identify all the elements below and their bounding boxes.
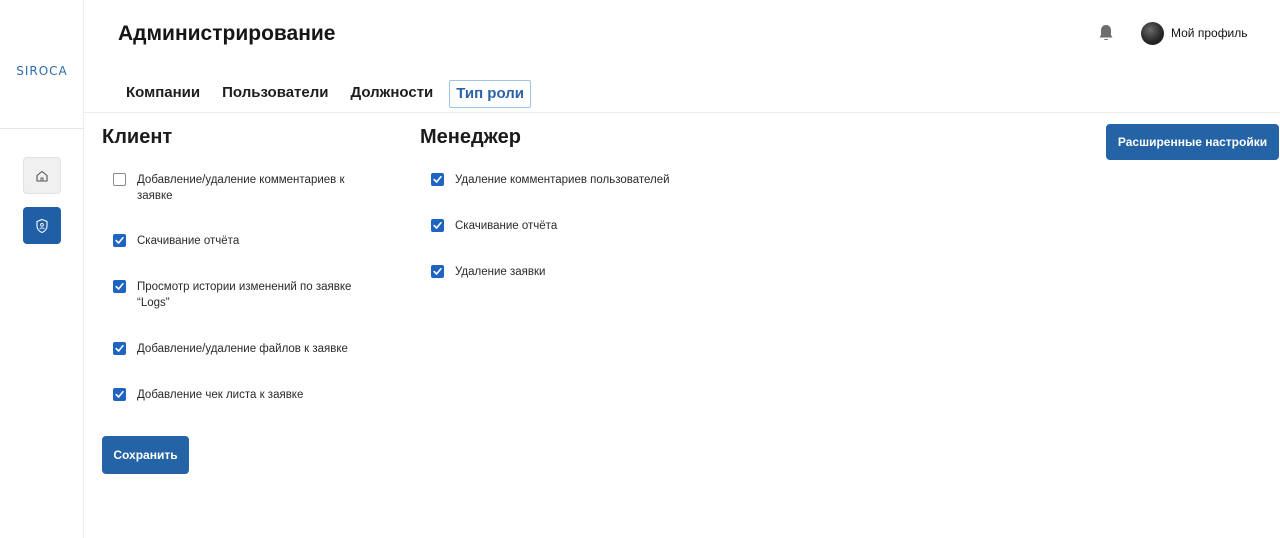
client-permission-label: Скачивание отчёта [137,235,240,247]
manager-permission-item: Скачивание отчёта [431,218,731,234]
sidebar-divider [0,128,84,129]
tab-role-type[interactable]: Тип роли [449,80,532,108]
client-permission-label: Просмотр истории изменений по заявке “Lo… [137,281,352,309]
tab-positions[interactable]: Должности [345,80,440,108]
manager-permission-item: Удаление заявки [431,264,731,280]
tabs-bar: Компании Пользователи Должности Тип роли [120,80,541,112]
profile-link[interactable]: Мой профиль [1171,26,1248,40]
client-permission-label: Добавление/удаление комментариев к заявк… [137,174,345,202]
client-permission-checkbox[interactable] [113,234,126,247]
manager-section-title: Менеджер [420,126,521,148]
tabs-divider [84,112,1280,113]
manager-permission-label: Удаление комментариев пользователей [455,174,670,186]
client-permission-item: Добавление/удаление комментариев к заявк… [113,172,383,204]
client-permission-checkbox[interactable] [113,342,126,355]
avatar[interactable] [1141,22,1164,45]
sidebar-item-home[interactable] [23,157,61,194]
advanced-settings-button[interactable]: Расширенные настройки [1106,124,1279,160]
client-permission-checkbox[interactable] [113,173,126,186]
shield-role-icon [36,218,48,233]
manager-permission-checkbox[interactable] [431,219,444,232]
tab-users[interactable]: Пользователи [216,80,334,108]
tab-companies[interactable]: Компании [120,80,206,108]
bell-icon[interactable] [1097,23,1115,43]
manager-permission-checkbox[interactable] [431,173,444,186]
client-permission-item: Просмотр истории изменений по заявке “Lo… [113,279,383,311]
page-title: Администрирование [118,22,336,45]
sidebar-item-roles[interactable] [23,207,61,244]
client-permission-item: Добавление/удаление файлов к заявке [113,341,383,357]
client-permission-label: Добавление/удаление файлов к заявке [137,343,348,355]
client-permission-label: Добавление чек листа к заявке [137,389,304,401]
client-permission-item: Скачивание отчёта [113,233,383,249]
manager-permission-label: Скачивание отчёта [455,220,558,232]
manager-permission-label: Удаление заявки [455,266,546,278]
logo: SIROCA [16,64,68,78]
home-icon [36,170,48,182]
client-permission-checkbox[interactable] [113,280,126,293]
client-section-title: Клиент [102,126,173,148]
manager-permission-checkbox[interactable] [431,265,444,278]
manager-permission-item: Удаление комментариев пользователей [431,172,731,188]
save-button[interactable]: Сохранить [102,436,189,474]
client-permission-checkbox[interactable] [113,388,126,401]
sidebar: SIROCA [0,0,84,538]
client-permission-item: Добавление чек листа к заявке [113,387,383,403]
